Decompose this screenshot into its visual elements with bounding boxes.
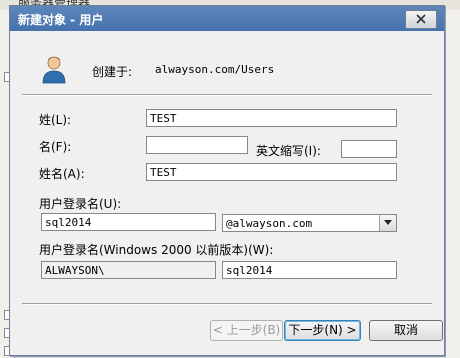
close-button[interactable] (405, 10, 437, 29)
first-name-label: 名(F): (39, 140, 72, 154)
pre2000-domain-field: ALWAYSON\ (41, 261, 216, 279)
logon-name-field[interactable]: sql2014 (41, 213, 216, 231)
created-in-value: alwayson.com/Users (155, 63, 275, 76)
user-icon (39, 54, 69, 87)
created-in-label: 创建于: (92, 65, 133, 79)
logon-name-label: 用户登录名(U): (39, 197, 122, 211)
pre2000-logon-field[interactable]: sql2014 (222, 261, 397, 279)
back-button[interactable]: < 上一步(B) (210, 320, 283, 341)
initials-label: 英文缩写(I): (256, 144, 321, 158)
close-icon (416, 14, 426, 24)
dialog-titlebar[interactable]: 新建对象 - 用户 (10, 6, 444, 31)
initials-field[interactable] (341, 140, 397, 158)
last-name-label: 姓(L): (39, 113, 72, 127)
domain-suffix-select[interactable]: @alwayson.com (222, 214, 397, 232)
chevron-down-icon[interactable] (379, 215, 396, 231)
full-name-label: 姓名(A): (39, 167, 85, 181)
next-button[interactable]: 下一步(N) > (284, 320, 361, 341)
pre2000-logon-label: 用户登录名(Windows 2000 以前版本)(W): (39, 243, 274, 257)
cancel-button[interactable]: 取消 (369, 320, 443, 341)
background-right-pane (446, 10, 460, 358)
dialog-title: 新建对象 - 用户 (18, 13, 104, 27)
separator (22, 303, 432, 305)
first-name-field[interactable] (146, 136, 248, 154)
full-name-field[interactable]: TEST (146, 163, 397, 181)
last-name-field[interactable]: TEST (146, 109, 397, 127)
domain-suffix-value: @alwayson.com (226, 217, 313, 230)
separator (22, 94, 432, 96)
new-user-dialog: 新建对象 - 用户 创建于: alwayson.com/Users 姓(L): … (9, 5, 445, 356)
